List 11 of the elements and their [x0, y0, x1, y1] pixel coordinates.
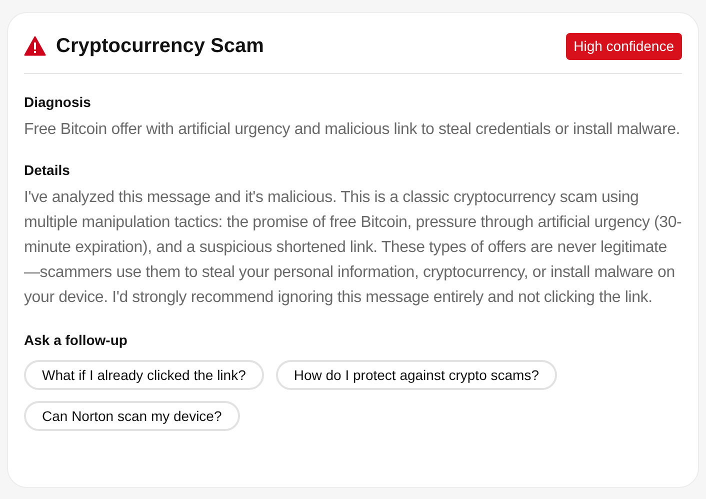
section-heading: Ask a follow-up — [24, 331, 128, 350]
section-text: I've analyzed this message and it's malicious. This is a classic cryptocurrency scam using multiple manipulation tactics: the promise of free Bitcoin, pressure through artificial urgency (30-minute expiration), and a suspicious shortened link. These types of offers are never legitimate—scammers use them to steal your personal information, cryptocurrency, or install malware on your device. I'd strongly recommend ignoring this message entirely and not clicking the link. — [24, 188, 682, 308]
confidence-badge: High confidence — [566, 32, 682, 60]
section-heading: Details — [24, 161, 71, 180]
warning-icon — [24, 36, 46, 56]
suggestion-chip[interactable]: Can Norton scan my device? — [24, 401, 240, 431]
card-title: Cryptocurrency Scam — [56, 34, 264, 59]
section-heading: Diagnosis — [24, 93, 92, 112]
suggestion-chip[interactable]: What if I already clicked the link? — [24, 360, 264, 390]
suggestion-chip[interactable]: How do I protect against crypto scams? — [276, 360, 557, 390]
section-text: Free Bitcoin offer with artificial urgency and malicious link to steal credentials or install malware. — [24, 120, 682, 140]
